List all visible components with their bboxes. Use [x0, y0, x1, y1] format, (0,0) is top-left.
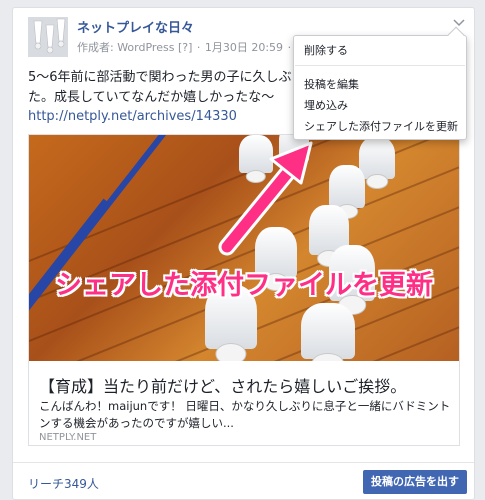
post-text: 5〜6年前に部活動で関わった男の子に久しぶり した。成長していてなんだか嬉しかっ…	[28, 70, 322, 105]
menu-item-delete[interactable]: 削除する	[304, 42, 348, 58]
post-options-menu: 削除する 投稿を編集 埋め込み シェアした添付ファイルを更新	[293, 26, 467, 140]
menu-divider	[295, 65, 465, 66]
link-title[interactable]: 【育成】当たり前だけど、されたら嬉しいご挨拶。	[39, 373, 406, 397]
post-link[interactable]: http://netply.net/archives/14330	[28, 109, 237, 124]
help-link[interactable]: [?]	[178, 41, 192, 54]
overlay-caption: シェアした添付ファイルを更新	[55, 270, 433, 301]
menu-item-update-attachment[interactable]: シェアした添付ファイルを更新	[304, 118, 458, 134]
footer-divider	[13, 462, 474, 463]
avatar[interactable]	[28, 17, 68, 57]
link-preview-image[interactable]: シェアした添付ファイルを更新	[29, 135, 459, 361]
byline-dot-2: ·	[287, 41, 292, 54]
link-domain: NETPLY.NET	[39, 432, 97, 443]
arrow-icon	[218, 141, 313, 256]
boost-post-button[interactable]: 投稿の広告を出す	[363, 470, 467, 494]
post-byline: 作成者: WordPress [?] · 1月30日 20:59 ·	[77, 39, 306, 55]
byline-dot: ·	[196, 41, 201, 54]
menu-item-embed[interactable]: 埋め込み	[304, 97, 348, 113]
author-label: 作成者: WordPress	[77, 41, 175, 54]
post-date[interactable]: 1月30日 20:59	[205, 41, 283, 54]
link-preview[interactable]: シェアした添付ファイルを更新 【育成】当たり前だけど、されたら嬉しいご挨拶。 こ…	[28, 134, 460, 446]
reach-count[interactable]: リーチ349人	[28, 475, 99, 492]
page-name[interactable]: ネットプレイな日々	[77, 17, 194, 36]
menu-item-edit-post[interactable]: 投稿を編集	[304, 76, 359, 92]
link-description: こんばんわ！maijunです！ 日曜日、かなり久しぶりに息子と一緒にバドミントン…	[39, 399, 451, 430]
shuttlecock-avatar-icon	[28, 17, 68, 57]
